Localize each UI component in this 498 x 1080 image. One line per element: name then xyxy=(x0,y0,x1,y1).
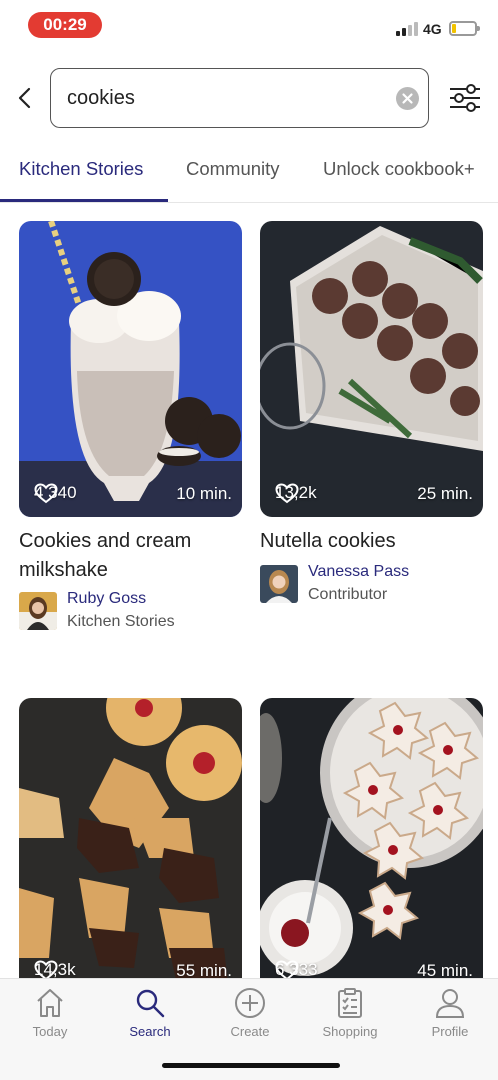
recipe-photo[interactable]: 14,3k 55 min. xyxy=(19,698,242,994)
nav-create-label: Create xyxy=(230,1024,270,1039)
heart-icon xyxy=(275,483,299,504)
nav-shopping[interactable]: Shopping xyxy=(305,987,395,1039)
avatar xyxy=(19,592,57,630)
nav-search[interactable]: Search xyxy=(105,987,195,1039)
tab-unlock-cookbook[interactable]: Unlock cookbook+ xyxy=(323,158,475,180)
nav-shopping-label: Shopping xyxy=(322,1024,378,1039)
home-icon xyxy=(37,989,63,1017)
likes-count[interactable]: 14,3k xyxy=(34,960,76,981)
cellular-signal-icon xyxy=(396,22,418,36)
user-icon xyxy=(435,989,465,1018)
chevron-left-icon[interactable] xyxy=(14,84,38,112)
likes-count[interactable]: 13,2k xyxy=(275,483,317,504)
tab-community[interactable]: Community xyxy=(186,158,280,180)
plus-circle-icon xyxy=(235,988,265,1018)
author-role: Contributor xyxy=(308,586,388,603)
author-role: Kitchen Stories xyxy=(67,613,175,630)
clear-circle-icon[interactable] xyxy=(396,87,419,110)
search-tabs: Kitchen Stories Community Unlock cookboo… xyxy=(0,148,498,203)
recipe-photo[interactable]: 6 333 45 min. xyxy=(260,698,483,994)
author-name[interactable]: Ruby Goss xyxy=(67,590,146,608)
author-name[interactable]: Vanessa Pass xyxy=(308,563,409,581)
nav-create[interactable]: Create xyxy=(205,987,295,1039)
clock-time: 00:29 xyxy=(28,12,102,38)
recipe-photo[interactable]: 4 340 10 min. xyxy=(19,221,242,517)
nav-profile[interactable]: Profile xyxy=(405,987,495,1039)
tab-kitchen-stories[interactable]: Kitchen Stories xyxy=(19,158,143,180)
battery-icon xyxy=(449,21,480,36)
cook-time: 10 min. xyxy=(176,484,232,503)
likes-count[interactable]: 4 340 xyxy=(34,483,77,504)
cook-time: 25 min. xyxy=(417,484,473,503)
nav-profile-label: Profile xyxy=(431,1024,469,1039)
nav-search-label: Search xyxy=(129,1024,171,1039)
sliders-icon[interactable] xyxy=(448,82,482,114)
recipe-author[interactable]: Ruby Goss Kitchen Stories xyxy=(19,590,242,630)
heart-icon xyxy=(34,483,58,504)
nav-today[interactable]: Today xyxy=(5,987,95,1039)
recipe-author[interactable]: Vanessa Pass Contributor xyxy=(260,563,483,603)
checklist-icon xyxy=(338,988,362,1018)
search-input[interactable] xyxy=(67,83,367,113)
nav-today-label: Today xyxy=(32,1024,68,1039)
likes-count[interactable]: 6 333 xyxy=(275,960,318,981)
home-indicator xyxy=(162,1063,340,1068)
avatar xyxy=(260,565,298,603)
network-type: 4G xyxy=(423,21,442,37)
recipe-photo[interactable]: 13,2k 25 min. xyxy=(260,221,483,517)
status-bar: 00:29 4G xyxy=(0,0,498,50)
search-field[interactable] xyxy=(50,68,429,128)
active-tab-indicator xyxy=(0,199,168,202)
recipe-title[interactable]: Cookies and cream milkshake xyxy=(19,527,242,585)
search-icon xyxy=(136,989,165,1018)
recipe-title[interactable]: Nutella cookies xyxy=(260,527,483,556)
